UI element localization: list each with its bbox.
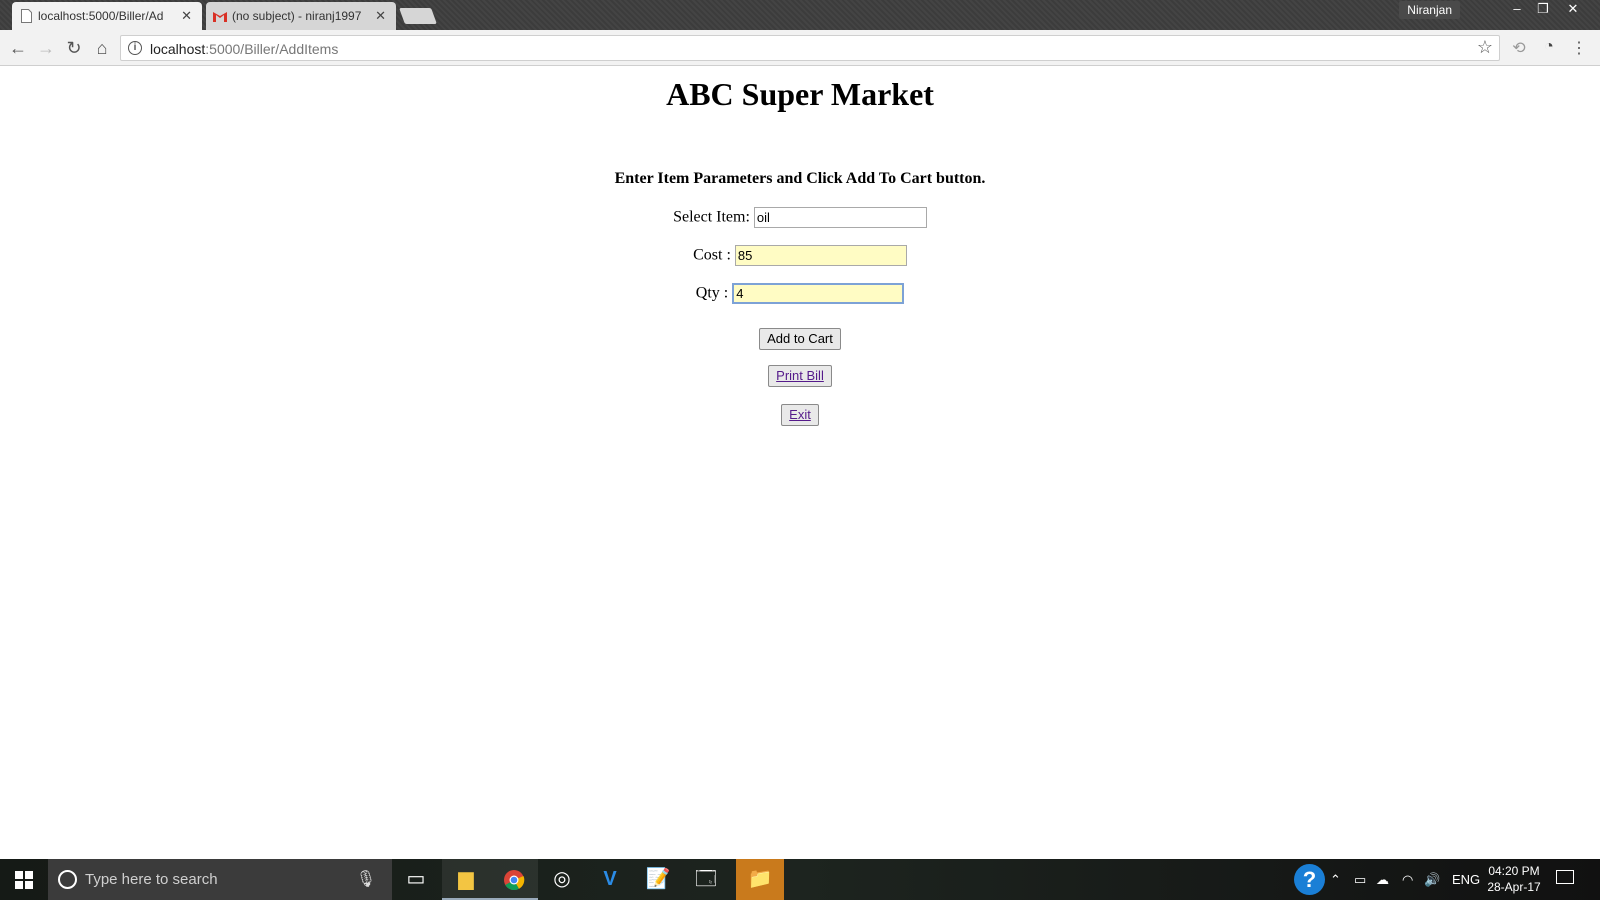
- reload-icon[interactable]: ↻: [62, 36, 86, 60]
- browser-toolbar: ← → ↻ ⌂ i localhost:5000/Biller/AddItems…: [0, 30, 1600, 66]
- clock[interactable]: 04:20 PM 28-Apr-17: [1478, 863, 1550, 895]
- add-to-cart-row: Add to Cart: [0, 328, 1600, 350]
- clock-time: 04:20 PM: [1488, 864, 1540, 878]
- microphone-icon[interactable]: 🎙: [356, 869, 376, 889]
- speedometer-icon[interactable]: ◔: [1538, 38, 1560, 58]
- folder-app-icon[interactable]: 📁: [736, 859, 784, 900]
- app-circle-icon[interactable]: ◎: [538, 859, 586, 900]
- forward-icon[interactable]: →: [34, 36, 58, 60]
- print-bill-button[interactable]: Print Bill: [768, 365, 832, 387]
- exit-row: Exit: [0, 404, 1600, 426]
- qty-label: Qty :: [695, 284, 729, 302]
- tab-localhost[interactable]: localhost:5000/Biller/Ad ✕: [12, 2, 202, 30]
- home-icon[interactable]: ⌂: [90, 36, 114, 60]
- wifi-icon[interactable]: ◠: [1402, 859, 1413, 900]
- bookmark-star-icon[interactable]: ☆: [1477, 37, 1493, 58]
- gmail-icon: [213, 12, 227, 22]
- profile-button[interactable]: Niranjan: [1399, 1, 1460, 19]
- cloud-icon[interactable]: ☁: [1376, 859, 1389, 900]
- url-text[interactable]: localhost:5000/Biller/AddItems: [150, 41, 338, 57]
- file-explorer-icon[interactable]: ▆: [442, 859, 490, 900]
- minimize-icon[interactable]: –: [1504, 0, 1530, 20]
- notification-icon[interactable]: [1556, 870, 1574, 884]
- tab-title: (no subject) - niranj1997: [232, 9, 362, 23]
- cortana-icon: [58, 870, 77, 889]
- windows-icon: [15, 871, 33, 889]
- search-placeholder: Type here to search: [85, 871, 218, 888]
- chevron-up-icon[interactable]: ⌃: [1330, 859, 1341, 900]
- start-button[interactable]: [0, 859, 48, 900]
- qty-input[interactable]: [732, 283, 905, 304]
- instructions-text: Enter Item Parameters and Click Add To C…: [614, 170, 986, 187]
- close-window-icon[interactable]: ✕: [1560, 0, 1586, 20]
- add-to-cart-button[interactable]: Add to Cart: [759, 328, 841, 350]
- close-icon[interactable]: ✕: [375, 8, 386, 24]
- restore-icon[interactable]: ❐: [1530, 0, 1556, 20]
- cost-row: Cost :: [0, 245, 1600, 266]
- language-indicator[interactable]: ENG: [1452, 859, 1480, 900]
- close-icon[interactable]: ✕: [181, 8, 192, 24]
- notepad-icon[interactable]: 📝: [634, 859, 682, 900]
- app-window-icon[interactable]: 🗔: [682, 859, 730, 900]
- new-tab-button[interactable]: [399, 8, 437, 24]
- page-icon: [21, 9, 32, 23]
- select-item-label: Select Item:: [673, 208, 750, 226]
- page-content: ABC Super Market Enter Item Parameters a…: [0, 66, 1600, 859]
- exit-button[interactable]: Exit: [781, 404, 819, 426]
- battery-icon[interactable]: ▭: [1354, 859, 1366, 900]
- select-item-row: Select Item:: [0, 207, 1600, 228]
- qty-row: Qty :: [0, 283, 1600, 304]
- menu-icon[interactable]: ⋮: [1568, 38, 1590, 58]
- taskbar: Type here to search 🎙 ▭ ▆ ◎ V 📝 🗔 📁 ? ⌃ …: [0, 859, 1600, 900]
- tab-gmail[interactable]: (no subject) - niranj1997 ✕: [206, 2, 396, 30]
- tab-title: localhost:5000/Biller/Ad: [38, 9, 164, 23]
- page-title: ABC Super Market: [666, 76, 934, 112]
- chrome-icon[interactable]: [490, 859, 538, 900]
- tab-strip: localhost:5000/Biller/Ad ✕ (no subject) …: [0, 0, 1600, 30]
- taskbar-search[interactable]: Type here to search 🎙: [48, 859, 392, 900]
- help-icon[interactable]: ?: [1294, 864, 1325, 895]
- vscode-icon[interactable]: V: [586, 859, 634, 900]
- clock-date: 28-Apr-17: [1487, 880, 1541, 894]
- task-view-icon[interactable]: ▭: [392, 859, 440, 900]
- volume-icon[interactable]: 🔊: [1424, 859, 1440, 900]
- address-bar[interactable]: i localhost:5000/Biller/AddItems ☆: [120, 35, 1500, 61]
- cost-input[interactable]: [734, 245, 907, 266]
- back-icon[interactable]: ←: [6, 36, 30, 60]
- select-item-input[interactable]: [753, 207, 927, 228]
- print-bill-row: Print Bill: [0, 365, 1600, 387]
- info-icon[interactable]: i: [128, 41, 142, 55]
- extension-icon[interactable]: ⟲: [1508, 38, 1530, 58]
- cost-label: Cost :: [693, 246, 731, 264]
